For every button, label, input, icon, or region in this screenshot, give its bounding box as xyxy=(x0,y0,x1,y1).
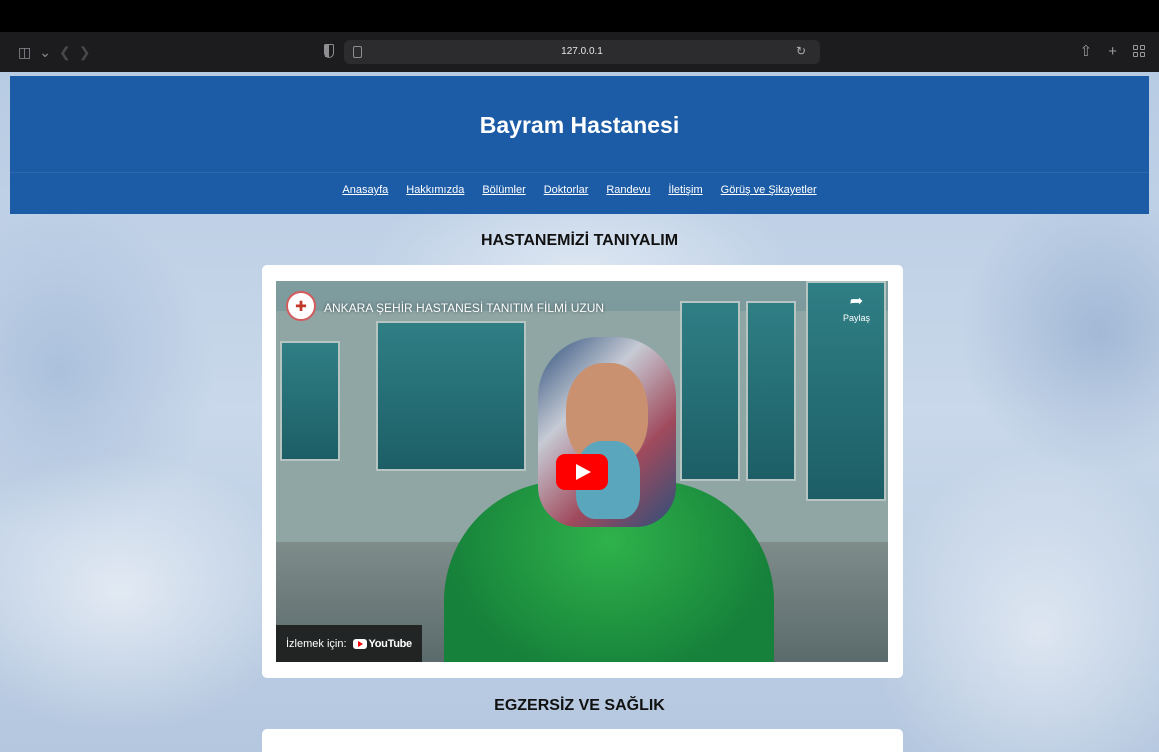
page-viewport: Bayram Hastanesi Anasayfa Hakkımızda Böl… xyxy=(0,72,1159,752)
nav-link-hakkimizda[interactable]: Hakkımızda xyxy=(406,184,464,196)
forward-icon[interactable]: ❯ xyxy=(79,44,91,60)
video-scene-window xyxy=(680,301,740,481)
main-nav: Anasayfa Hakkımızda Bölümler Doktorlar R… xyxy=(10,184,1149,196)
nav-link-randevu[interactable]: Randevu xyxy=(606,184,650,196)
youtube-logo-text: YouTube xyxy=(368,637,413,650)
toolbar-right: ⇧ + xyxy=(1080,42,1145,60)
nav-link-bolumler[interactable]: Bölümler xyxy=(482,184,525,196)
video-scene-window xyxy=(746,301,796,481)
new-tab-icon[interactable]: + xyxy=(1108,43,1117,60)
share-button[interactable]: ➦ Paylaş xyxy=(843,293,870,323)
address-bar[interactable]: 127.0.0.1 ↻ xyxy=(344,40,820,64)
sidebar-toggle-icon[interactable]: ◫ xyxy=(18,44,31,60)
url-text: 127.0.0.1 xyxy=(561,46,603,57)
watch-on-label: İzlemek için: xyxy=(286,637,347,650)
video-scene-window xyxy=(280,341,340,461)
section-title-egzersiz: EGZERSİZ VE SAĞLIK xyxy=(494,697,665,714)
tab-overview-icon[interactable] xyxy=(1133,45,1145,57)
reload-icon[interactable]: ↻ xyxy=(796,44,806,58)
chevron-down-icon[interactable]: ⌄ xyxy=(39,44,51,60)
section-title-tanitim: HASTANEMİZİ TANIYALIM xyxy=(480,232,679,249)
video-scene-window xyxy=(376,321,526,471)
share-arrow-icon: ➦ xyxy=(849,293,864,310)
youtube-play-icon xyxy=(352,638,367,649)
channel-logo-icon[interactable]: ✚ xyxy=(286,291,316,321)
site-header: Bayram Hastanesi Anasayfa Hakkımızda Böl… xyxy=(10,76,1149,214)
share-browser-icon[interactable]: ⇧ xyxy=(1080,42,1093,60)
youtube-logo: YouTube xyxy=(352,637,413,650)
toolbar-left: ◫ ⌄ ❮ ❯ xyxy=(18,44,90,60)
play-button[interactable] xyxy=(556,454,608,490)
nav-link-doktorlar[interactable]: Doktorlar xyxy=(544,184,589,196)
share-label: Paylaş xyxy=(842,313,870,323)
header-divider xyxy=(10,172,1149,173)
youtube-embed[interactable]: ✚ ANKARA ŞEHİR HASTANESİ TANITIM FİLMİ U… xyxy=(276,281,888,662)
window-top-bar xyxy=(0,0,1159,32)
watch-on-youtube-button[interactable]: İzlemek için: YouTube xyxy=(276,625,422,662)
site-title: Bayram Hastanesi xyxy=(479,112,680,138)
privacy-shield-icon[interactable] xyxy=(324,44,334,58)
second-video-card xyxy=(262,729,903,752)
video-title[interactable]: ANKARA ŞEHİR HASTANESİ TANITIM FİLMİ UZU… xyxy=(324,301,604,315)
nav-link-anasayfa[interactable]: Anasayfa xyxy=(342,184,388,196)
nav-link-gorus-sikayetler[interactable]: Görüş ve Şikayetler xyxy=(721,184,817,196)
back-icon[interactable]: ❮ xyxy=(59,44,71,60)
browser-toolbar: ◫ ⌄ ❮ ❯ 127.0.0.1 ↻ ⇧ + xyxy=(0,32,1159,72)
nav-link-iletisim[interactable]: İletişim xyxy=(668,184,702,196)
